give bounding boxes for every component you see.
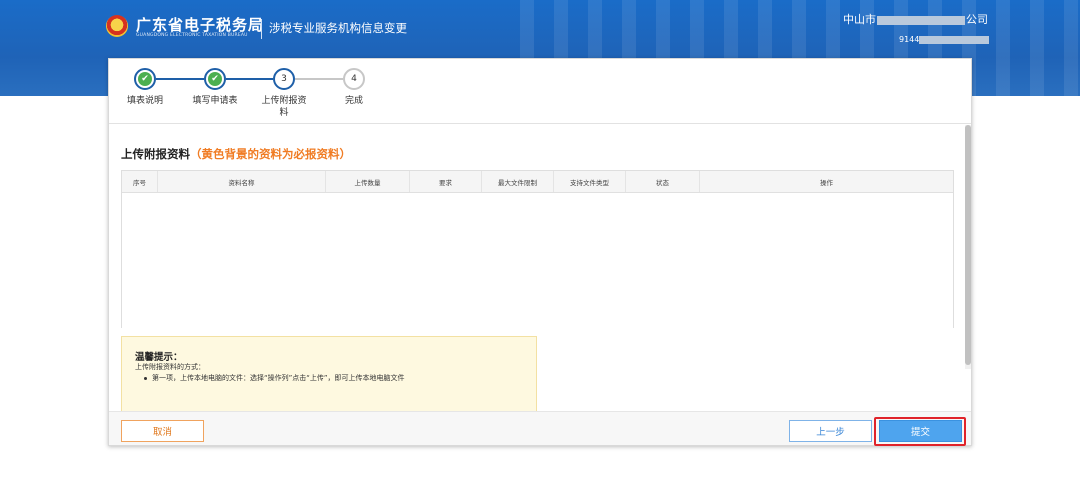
col-actions: 操作 xyxy=(820,178,833,187)
page-title: 涉税专业服务机构信息变更 xyxy=(269,21,407,35)
col-count: 上传数量 xyxy=(326,171,410,192)
tax-bureau-logo-icon xyxy=(106,15,128,37)
submit-button[interactable]: 提交 xyxy=(879,420,962,442)
step-connector-3 xyxy=(295,78,343,80)
brand-english-name: GUANGDONG ELECTRONIC TAXATION BUREAU xyxy=(136,33,248,38)
step-4-circle: 4 xyxy=(343,68,365,90)
step-4-label: 完成 xyxy=(344,96,363,106)
brand-name: 广东省电子税务局 xyxy=(136,16,265,34)
company-suffix: 公司 xyxy=(966,13,988,26)
company-prefix: 中山市 xyxy=(843,13,876,26)
tax-id: 9144 xyxy=(899,35,990,44)
col-status: 状态 xyxy=(626,171,700,192)
company-name: 中山市 公司 xyxy=(843,11,988,27)
table-header: 序号 资料名称 上传数量 要求 最大文件限制 支持文件类型 状态 操作 xyxy=(122,171,953,193)
col-name: 资料名称 xyxy=(158,171,326,192)
scrollbar[interactable] xyxy=(965,125,971,369)
tip-line: 上传附报资料的方式： xyxy=(135,363,205,371)
scrollbar-thumb[interactable] xyxy=(965,125,971,365)
step-3-label: 上传附报资料 xyxy=(261,96,307,118)
step-1-circle: ✔ xyxy=(134,68,156,90)
brand-divider xyxy=(261,19,262,39)
step-1-label: 填表说明 xyxy=(126,96,163,106)
bullet-icon xyxy=(144,376,147,380)
section-title-text: 上传附报资料 xyxy=(121,147,190,161)
stepper-divider xyxy=(109,123,971,124)
required-note: （黄色背景的资料为必报资料） xyxy=(190,147,351,161)
main-card: ✔ ✔ 3 4 填表说明 填写申请表 上传附报资料 完成 上传附报资料（黄色背景… xyxy=(108,58,972,446)
attachments-table: 序号 资料名称 上传数量 要求 最大文件限制 支持文件类型 状态 操作 xyxy=(121,170,954,328)
previous-step-button[interactable]: 上一步 xyxy=(789,420,872,442)
tip-box: 温馨提示： 上传附报资料的方式： 第一项，上传本地电脑的文件：选择“操作列”点击… xyxy=(121,336,537,413)
tip-title: 温馨提示： xyxy=(135,352,183,363)
section-title: 上传附报资料（黄色背景的资料为必报资料） xyxy=(121,146,351,162)
check-icon: ✔ xyxy=(208,72,222,86)
col-file-types: 支持文件类型 xyxy=(554,171,626,192)
redacted-mask xyxy=(919,35,990,44)
col-index: 序号 xyxy=(122,171,158,192)
redacted-mask xyxy=(877,15,965,25)
step-2-label: 填写申请表 xyxy=(192,96,238,106)
tip-bullet: 第一项，上传本地电脑的文件：选择“操作列”点击“上传”，即可上传本地电脑文件 xyxy=(144,373,405,383)
footer-bar: 取消 上一步 提交 xyxy=(109,411,971,446)
step-3-circle: 3 xyxy=(273,68,295,90)
step-connector-2 xyxy=(226,78,273,80)
step-2-circle: ✔ xyxy=(204,68,226,90)
progress-stepper: ✔ ✔ 3 4 填表说明 填写申请表 上传附报资料 完成 xyxy=(109,59,971,123)
taxid-prefix: 9144 xyxy=(899,35,920,44)
col-max-size: 最大文件限制 xyxy=(482,171,554,192)
tip-bullet-text: 第一项，上传本地电脑的文件：选择“操作列”点击“上传”，即可上传本地电脑文件 xyxy=(152,374,405,382)
col-requirement: 要求 xyxy=(410,171,482,192)
check-icon: ✔ xyxy=(138,72,152,86)
cancel-button[interactable]: 取消 xyxy=(121,420,204,442)
step-connector-1 xyxy=(156,78,204,80)
